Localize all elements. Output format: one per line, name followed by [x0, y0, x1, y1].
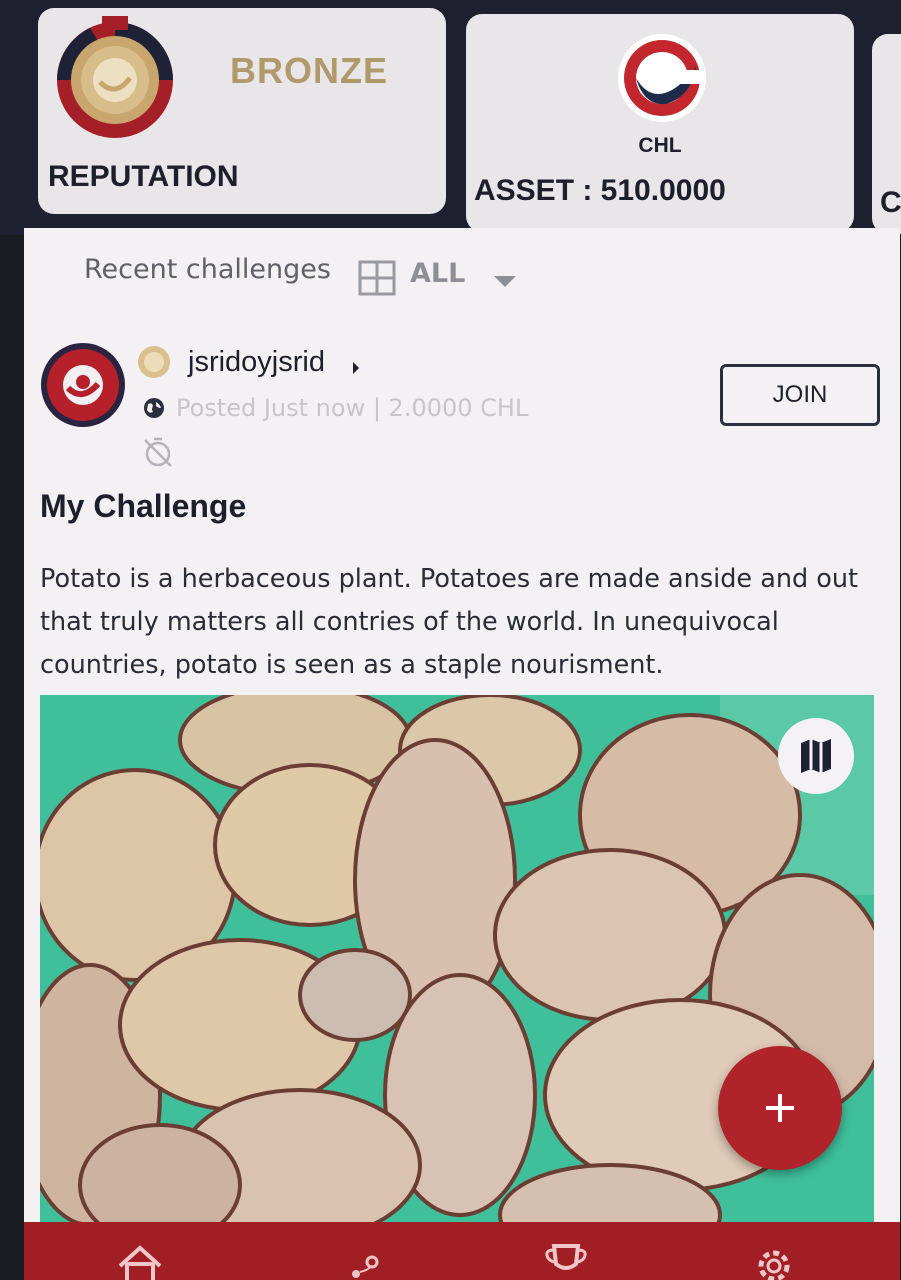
username[interactable]: jsridoyjsrid: [188, 346, 325, 379]
home-icon[interactable]: [110, 1236, 170, 1280]
chl-logo-icon: [618, 34, 706, 122]
bottom-nav: [24, 1222, 900, 1280]
map-route-icon[interactable]: [334, 1236, 394, 1280]
bronze-badge-icon: [57, 16, 173, 138]
bronze-status-icon: [138, 346, 170, 378]
top-bar: BRONZE REPUTATION CHL ASSET : 510.0000 C: [0, 0, 901, 235]
filter-label: Recent challenges: [84, 254, 331, 285]
third-card[interactable]: C: [872, 34, 901, 234]
asset-symbol: CHL: [638, 134, 682, 157]
join-button[interactable]: JOIN: [720, 364, 880, 426]
filter-dropdown-value[interactable]: ALL: [410, 258, 465, 289]
reputation-level: BRONZE: [230, 50, 388, 91]
map-button[interactable]: [778, 718, 854, 794]
post-title: My Challenge: [40, 488, 247, 524]
timer-off-icon: [144, 437, 172, 467]
asset-card[interactable]: CHL ASSET : 510.0000: [466, 14, 854, 232]
post-body: Potato is a herbaceous plant. Potatoes a…: [40, 564, 859, 680]
avatar[interactable]: [40, 342, 126, 428]
asset-balance: ASSET : 510.0000: [474, 174, 726, 207]
chevron-down-icon[interactable]: [494, 276, 516, 287]
post-meta: Posted Just now | 2.0000 CHL: [176, 394, 529, 422]
trophy-icon[interactable]: [536, 1236, 596, 1280]
settings-icon[interactable]: [744, 1236, 804, 1280]
filter-row: Recent challenges ALL: [24, 228, 900, 320]
plus-icon: [766, 1094, 794, 1122]
challenge-feed: Recent challenges ALL jsridoyjsrid Poste…: [24, 228, 900, 1223]
add-challenge-button[interactable]: [718, 1046, 842, 1170]
reputation-card[interactable]: BRONZE REPUTATION: [38, 8, 446, 214]
globe-icon: [144, 398, 164, 418]
map-icon: [801, 739, 831, 773]
third-card-label: C: [880, 186, 901, 219]
grid-icon[interactable]: [358, 260, 396, 296]
caret-right-icon[interactable]: [353, 362, 359, 374]
reputation-label: REPUTATION: [48, 160, 239, 193]
